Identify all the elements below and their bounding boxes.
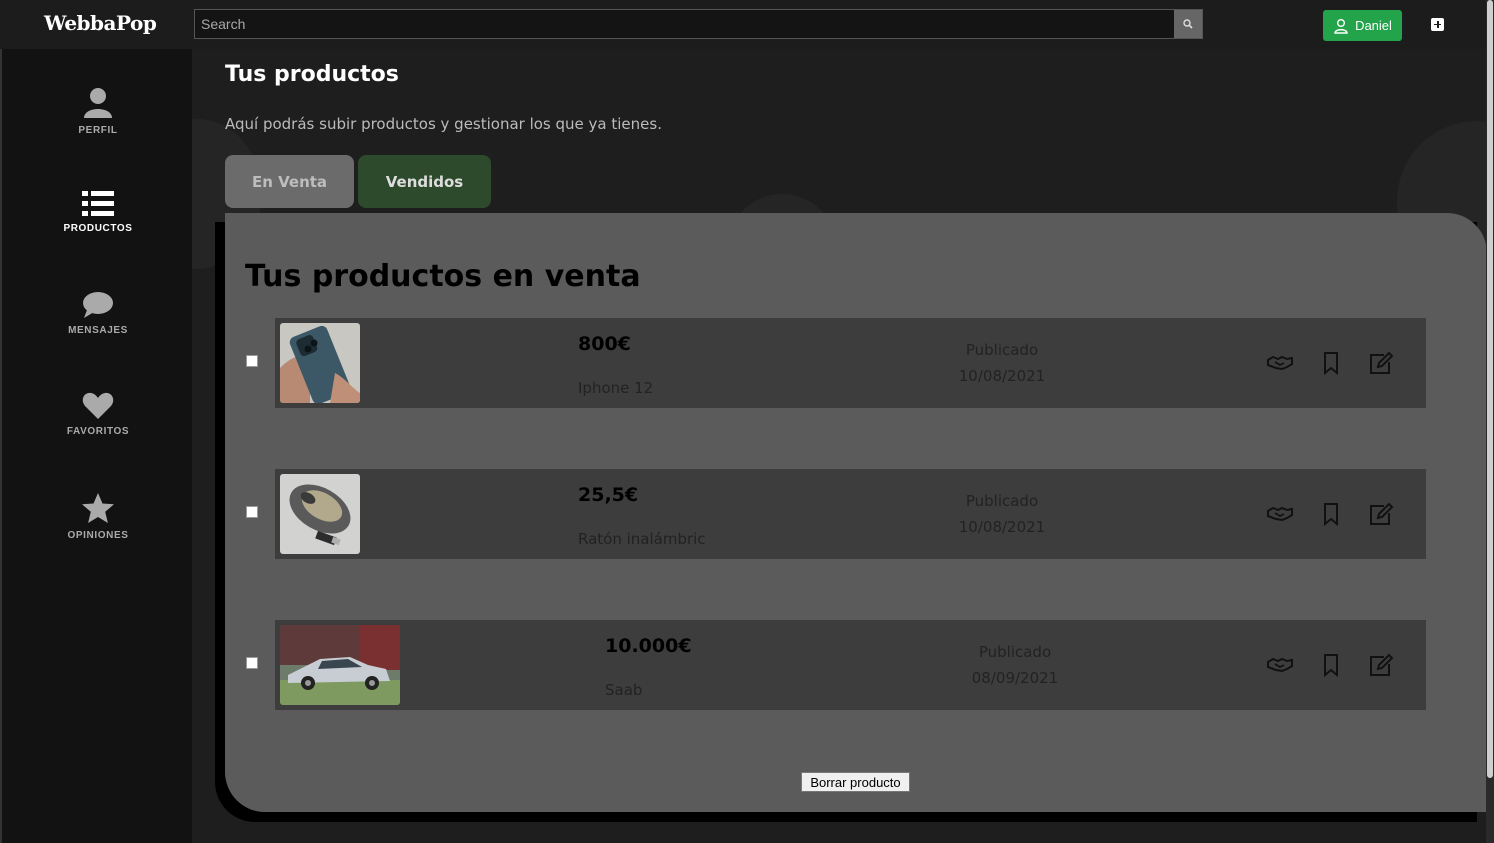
search-icon bbox=[1183, 19, 1193, 29]
car-photo bbox=[280, 625, 400, 705]
product-status: Publicado 10/08/2021 bbox=[942, 488, 1062, 540]
product-checkbox[interactable] bbox=[246, 657, 258, 669]
products-panel: Tus productos en venta 800€ Iphone 12 Pu… bbox=[225, 213, 1486, 812]
search-bar bbox=[194, 9, 1203, 39]
panel-title: Tus productos en venta bbox=[245, 259, 641, 294]
sidebar-item-productos[interactable]: PRODUCTOS bbox=[2, 191, 194, 234]
product-status: Publicado 10/08/2021 bbox=[942, 337, 1062, 389]
status-label: Publicado bbox=[978, 643, 1052, 661]
status-label: Publicado bbox=[965, 341, 1039, 359]
tab-en-venta[interactable]: En Venta bbox=[225, 155, 354, 208]
user-icon bbox=[1334, 18, 1348, 34]
heart-icon bbox=[82, 392, 114, 419]
edit-icon[interactable] bbox=[1367, 502, 1395, 526]
publish-date: 10/08/2021 bbox=[958, 367, 1046, 385]
bookmark-icon[interactable] bbox=[1317, 502, 1345, 526]
product-checkbox[interactable] bbox=[246, 506, 258, 518]
product-checkbox[interactable] bbox=[246, 355, 258, 367]
product-status: Publicado 08/09/2021 bbox=[955, 639, 1075, 691]
sidebar-item-label: PERFIL bbox=[78, 125, 118, 136]
handshake-icon[interactable] bbox=[1266, 502, 1294, 526]
product-name: Iphone 12 bbox=[578, 379, 654, 397]
mouse-photo bbox=[280, 474, 360, 554]
handshake-icon[interactable] bbox=[1266, 351, 1294, 375]
scrollbar[interactable] bbox=[1486, 0, 1494, 843]
product-price: 10.000€ bbox=[605, 635, 692, 657]
product-row[interactable]: 25,5€ Ratón inalámbric Publicado 10/08/2… bbox=[275, 469, 1426, 559]
sidebar-item-label: FAVORITOS bbox=[66, 426, 130, 437]
publish-date: 08/09/2021 bbox=[971, 669, 1059, 687]
tab-vendidos[interactable]: Vendidos bbox=[358, 155, 491, 208]
search-button[interactable] bbox=[1174, 10, 1202, 38]
product-price: 800€ bbox=[578, 333, 631, 355]
sidebar-item-opiniones[interactable]: OPINIONES bbox=[2, 492, 194, 541]
sidebar-item-label: MENSAJES bbox=[68, 325, 128, 336]
list-icon bbox=[82, 191, 114, 216]
page-subtitle: Aquí podrás subir productos y gestionar … bbox=[225, 115, 662, 133]
phone-photo bbox=[280, 323, 360, 403]
user-name: Daniel bbox=[1355, 18, 1392, 33]
star-icon bbox=[82, 493, 114, 523]
sidebar: PERFIL PRODUCTOS MENSAJES FAVORITOS OPIN… bbox=[0, 49, 192, 843]
product-name: Saab bbox=[605, 681, 643, 699]
sidebar-item-label: PRODUCTOS bbox=[63, 223, 133, 234]
app-logo[interactable]: WebbaPop bbox=[44, 11, 157, 35]
edit-icon[interactable] bbox=[1367, 653, 1395, 677]
delete-product-button[interactable]: Borrar producto bbox=[801, 772, 910, 792]
product-row[interactable]: 800€ Iphone 12 Publicado 10/08/2021 bbox=[275, 318, 1426, 408]
page-title: Tus productos bbox=[225, 62, 399, 87]
add-product-button[interactable] bbox=[1431, 18, 1444, 31]
sidebar-item-perfil[interactable]: PERFIL bbox=[2, 87, 194, 136]
sidebar-item-mensajes[interactable]: MENSAJES bbox=[2, 291, 194, 336]
user-account-button[interactable]: Daniel bbox=[1323, 10, 1402, 41]
top-bar: WebbaPop Daniel bbox=[0, 0, 1494, 49]
scrollbar-thumb[interactable] bbox=[1487, 0, 1493, 778]
main-content: Tus productos Aquí podrás subir producto… bbox=[192, 49, 1486, 843]
edit-icon[interactable] bbox=[1367, 351, 1395, 375]
sidebar-item-label: OPINIONES bbox=[67, 530, 129, 541]
chat-bubble-icon bbox=[83, 292, 113, 318]
search-input[interactable] bbox=[195, 10, 1175, 38]
product-name: Ratón inalámbric bbox=[578, 530, 706, 548]
product-image bbox=[280, 625, 400, 705]
handshake-icon[interactable] bbox=[1266, 653, 1294, 677]
product-image bbox=[280, 474, 360, 554]
publish-date: 10/08/2021 bbox=[958, 518, 1046, 536]
bookmark-icon[interactable] bbox=[1317, 653, 1345, 677]
product-price: 25,5€ bbox=[578, 484, 639, 506]
sidebar-item-favoritos[interactable]: FAVORITOS bbox=[2, 392, 194, 437]
status-label: Publicado bbox=[965, 492, 1039, 510]
user-icon bbox=[84, 88, 112, 118]
bookmark-icon[interactable] bbox=[1317, 351, 1345, 375]
product-image bbox=[280, 323, 360, 403]
product-row[interactable]: 10.000€ Saab Publicado 08/09/2021 bbox=[275, 620, 1426, 710]
